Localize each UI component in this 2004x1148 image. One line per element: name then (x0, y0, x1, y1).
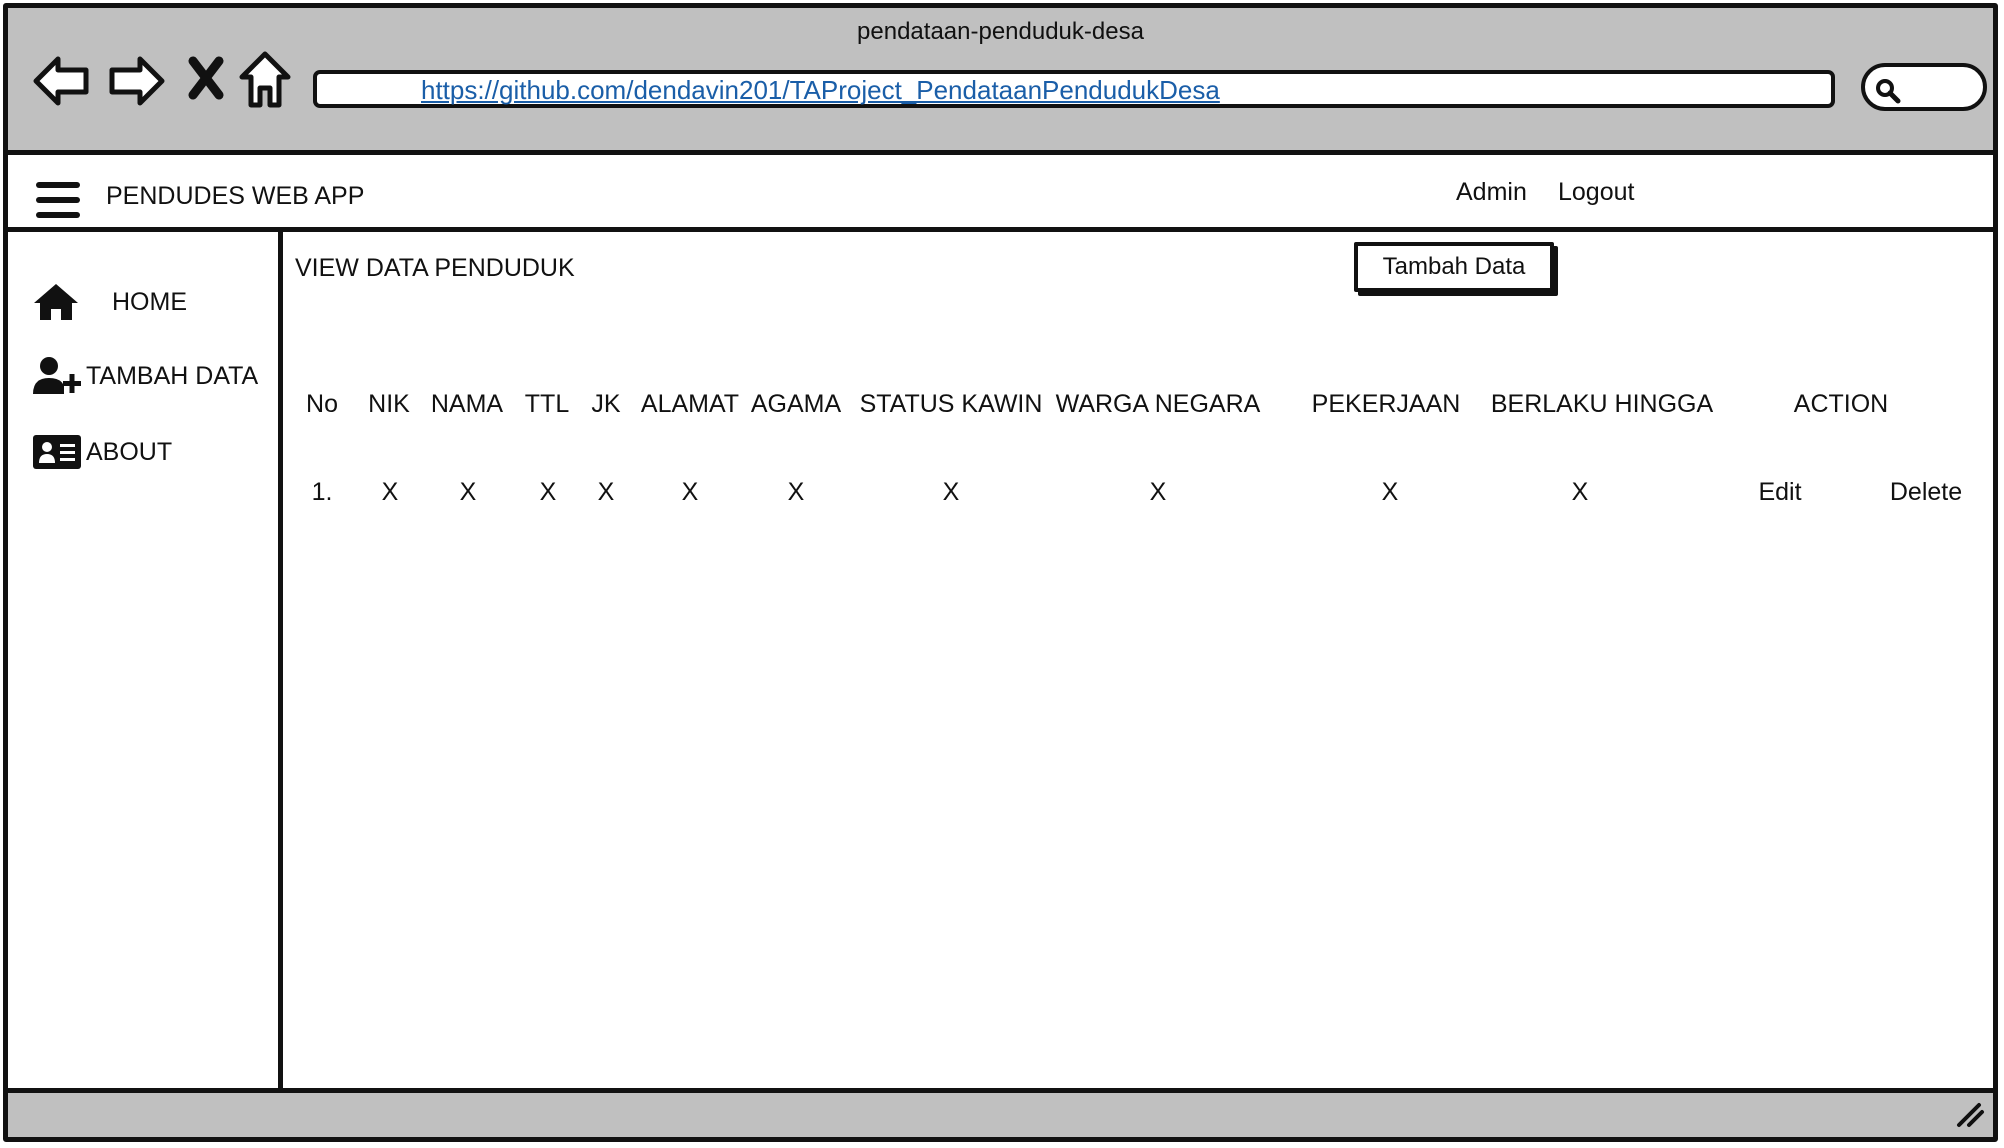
cell-pekerjaan: X (1381, 478, 1399, 506)
app-title: PENDUDES WEB APP (106, 182, 365, 210)
column-header-action: ACTION (1793, 390, 1889, 418)
resize-grip-icon[interactable] (1953, 1101, 1985, 1134)
app-body: HOME TAMBAH DATA ABOUT VIEW DATA PENDUDU… (8, 232, 1993, 1101)
column-header-no: No (306, 390, 338, 418)
url-link[interactable]: https://github.com/dendavin201/TAProject… (421, 75, 1220, 106)
column-header-agama: AGAMA (750, 390, 842, 418)
home-icon (33, 282, 79, 327)
cell-jk: X (597, 478, 615, 506)
id-card-icon (33, 432, 81, 477)
cell-alamat: X (681, 478, 699, 506)
cell-ttl: X (539, 478, 557, 506)
column-header-warga-negara: WARGA NEGARA (1055, 390, 1261, 418)
add-user-icon (33, 356, 83, 401)
cell-nama: X (459, 478, 477, 506)
column-header-status-kawin: STATUS KAWIN (859, 390, 1043, 418)
cell-warga-negara: X (1149, 478, 1167, 506)
column-header-nama: NAMA (430, 390, 504, 418)
column-header-nik: NIK (368, 390, 410, 418)
cell-status-kawin: X (942, 478, 960, 506)
delete-link[interactable]: Delete (1890, 478, 1962, 507)
logout-link[interactable]: Logout (1558, 178, 1634, 207)
forward-arrow-icon[interactable] (106, 53, 166, 114)
home-icon[interactable] (238, 50, 292, 115)
column-header-alamat: ALAMAT (640, 390, 740, 418)
column-header-pekerjaan: PEKERJAAN (1311, 390, 1461, 418)
column-header-ttl: TTL (524, 390, 570, 418)
admin-link[interactable]: Admin (1456, 178, 1527, 207)
cell-no: 1. (311, 478, 333, 506)
status-bar (8, 1088, 1993, 1137)
cell-nik: X (381, 478, 399, 506)
sidebar-item-tambah-data[interactable]: TAMBAH DATA (8, 350, 278, 406)
window-title: pendataan-penduduk-desa (857, 18, 1144, 45)
cell-agama: X (787, 478, 805, 506)
sidebar-item-about[interactable]: ABOUT (8, 426, 278, 482)
cell-berlaku-hingga: X (1571, 478, 1589, 506)
search-icon (1876, 79, 1901, 104)
back-arrow-icon[interactable] (32, 53, 92, 114)
column-header-jk: JK (591, 390, 621, 418)
column-header-berlaku-hingga: BERLAKU HINGGA (1490, 390, 1714, 418)
main-content: VIEW DATA PENDUDUK Tambah Data No NIK NA… (283, 232, 1993, 1101)
sidebar: HOME TAMBAH DATA ABOUT (8, 232, 283, 1101)
browser-window: pendataan-penduduk-desa https://github.c… (3, 3, 1998, 1142)
close-x-icon[interactable] (188, 56, 224, 105)
hamburger-menu-icon[interactable] (36, 181, 80, 224)
sidebar-item-label: TAMBAH DATA (86, 362, 259, 390)
sidebar-item-label: ABOUT (86, 438, 173, 466)
page-title: VIEW DATA PENDUDUK (295, 254, 575, 282)
browser-search-box[interactable] (1861, 63, 1987, 111)
sidebar-item-label: HOME (112, 288, 187, 316)
app-header: PENDUDES WEB APP Admin Logout (8, 150, 1993, 232)
edit-link[interactable]: Edit (1758, 478, 1801, 507)
tambah-data-button[interactable]: Tambah Data (1354, 242, 1554, 292)
sidebar-item-home[interactable]: HOME (8, 276, 278, 332)
address-bar[interactable]: https://github.com/dendavin201/TAProject… (313, 70, 1835, 108)
